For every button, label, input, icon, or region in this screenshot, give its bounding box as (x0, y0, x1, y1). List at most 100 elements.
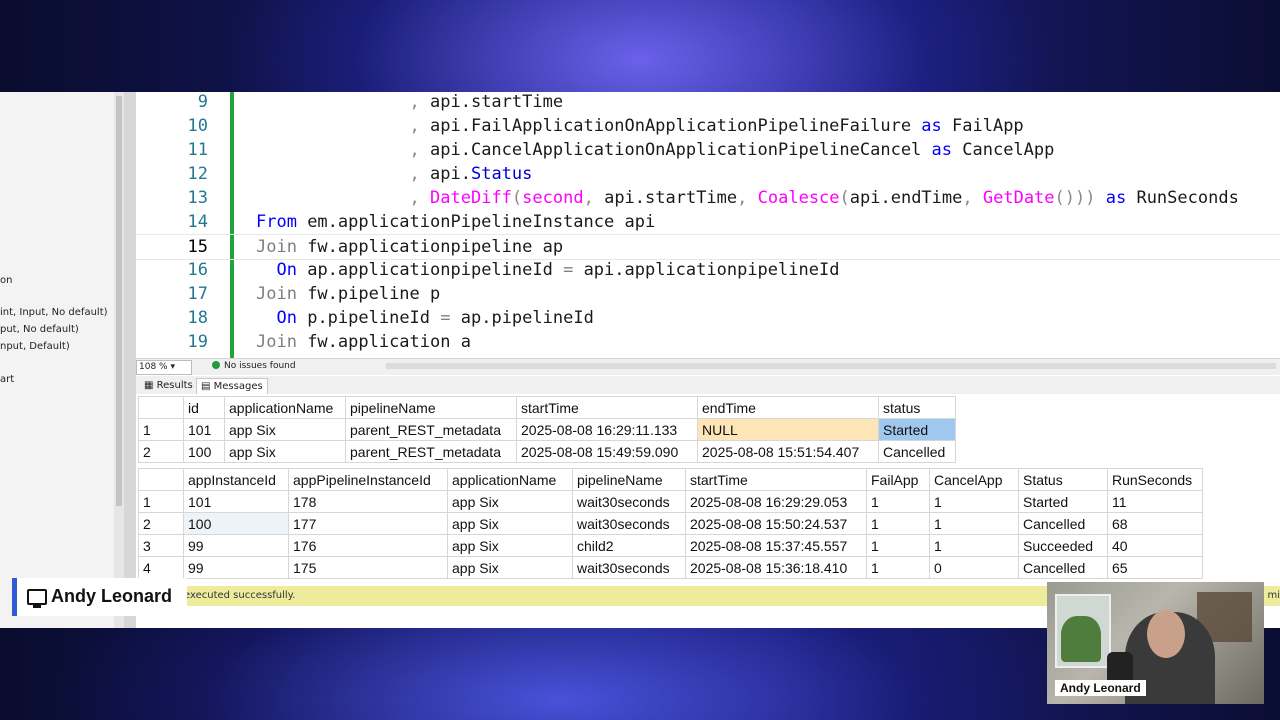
table-cell[interactable]: Succeeded (1018, 534, 1108, 557)
column-header[interactable] (138, 468, 184, 491)
code-line[interactable]: 9 , api.startTime (136, 92, 1280, 114)
table-cell[interactable]: NULL (697, 418, 879, 441)
table-cell[interactable]: 65 (1107, 556, 1203, 579)
table-cell[interactable]: 2025-08-08 15:36:18.410 (685, 556, 867, 579)
table-cell[interactable]: 1 (929, 534, 1019, 557)
column-header[interactable]: applicationName (224, 396, 346, 419)
table-cell[interactable]: 40 (1107, 534, 1203, 557)
table-cell[interactable]: 1 (866, 534, 930, 557)
code-line[interactable]: 12 , api.Status (136, 162, 1280, 186)
table-cell[interactable]: Cancelled (1018, 512, 1108, 535)
code-text[interactable]: Join fw.pipeline p (256, 282, 440, 306)
row-number[interactable]: 4 (138, 556, 184, 579)
table-cell[interactable]: app Six (447, 534, 573, 557)
table-cell[interactable]: wait30seconds (572, 490, 686, 513)
scrollbar-thumb[interactable] (116, 96, 122, 506)
table-cell[interactable]: 2025-08-08 16:29:29.053 (685, 490, 867, 513)
table-cell[interactable]: Cancelled (1018, 556, 1108, 579)
code-line[interactable]: 19 Join fw.application a (136, 330, 1280, 354)
table-cell[interactable]: 1 (866, 556, 930, 579)
table-cell[interactable]: app Six (447, 556, 573, 579)
column-header[interactable]: status (878, 396, 956, 419)
table-cell[interactable]: 101 (183, 418, 225, 441)
table-cell[interactable]: 100 (183, 512, 289, 535)
table-cell[interactable]: 68 (1107, 512, 1203, 535)
column-header[interactable] (138, 396, 184, 419)
table-cell[interactable]: Started (878, 418, 956, 441)
column-header[interactable]: CancelApp (929, 468, 1019, 491)
row-number[interactable]: 2 (138, 440, 184, 463)
table-cell[interactable]: 2025-08-08 15:37:45.557 (685, 534, 867, 557)
table-cell[interactable]: app Six (447, 512, 573, 535)
issues-indicator[interactable]: No issues found (212, 361, 296, 371)
table-cell[interactable]: 11 (1107, 490, 1203, 513)
code-line[interactable]: 16 On ap.applicationpipelineId = api.app… (136, 258, 1280, 282)
column-header[interactable]: applicationName (447, 468, 573, 491)
tab-results[interactable]: ▦ Results (140, 378, 197, 393)
editor-horizontal-scrollbar[interactable] (386, 363, 1276, 369)
table-cell[interactable]: parent_REST_metadata (345, 440, 517, 463)
table-row[interactable]: 2 100 app Six parent_REST_metadata 2025-08-0… (138, 440, 956, 463)
code-line[interactable]: 13 , DateDiff(second, api.startTime, Coa… (136, 186, 1280, 210)
code-text[interactable]: , api.CancelApplicationOnApplicationPipe… (256, 138, 1055, 162)
table-row[interactable]: 3 99 176 app Six child2 2025-08-08 15:37:45.5… (138, 534, 1203, 557)
code-text[interactable]: , api.FailApplicationOnApplicationPipeli… (256, 114, 1024, 138)
tree-fragment[interactable]: on (0, 275, 12, 286)
column-header[interactable]: FailApp (866, 468, 930, 491)
table-cell[interactable]: 1 (929, 512, 1019, 535)
table-cell[interactable]: 2025-08-08 15:49:59.090 (516, 440, 698, 463)
code-text[interactable]: From em.applicationPipelineInstance api (256, 210, 655, 234)
code-line[interactable]: 15 Join fw.applicationpipeline ap (136, 234, 1280, 260)
table-cell[interactable]: 176 (288, 534, 448, 557)
pane-splitter[interactable] (124, 92, 136, 628)
code-line[interactable]: 18 On p.pipelineId = ap.pipelineId (136, 306, 1280, 330)
tab-messages[interactable]: ▤ Messages (196, 378, 268, 394)
table-row[interactable]: 4 99 175 app Six wait30seconds 2025-08-08 15:… (138, 556, 1203, 579)
code-text[interactable]: , api.Status (256, 162, 533, 186)
row-number[interactable]: 3 (138, 534, 184, 557)
table-row[interactable]: 1 101 app Six parent_REST_metadata 2025-08-0… (138, 418, 956, 441)
tree-fragment[interactable]: nput, Default) (0, 341, 70, 352)
column-header[interactable]: pipelineName (572, 468, 686, 491)
table-cell[interactable]: Cancelled (878, 440, 956, 463)
column-header[interactable]: startTime (685, 468, 867, 491)
column-header[interactable]: startTime (516, 396, 698, 419)
table-cell[interactable]: wait30seconds (572, 556, 686, 579)
zoom-dropdown[interactable]: 108 % ▾ (136, 360, 192, 375)
table-cell[interactable]: 2025-08-08 16:29:11.133 (516, 418, 698, 441)
column-header[interactable]: pipelineName (345, 396, 517, 419)
column-header[interactable]: appPipelineInstanceId (288, 468, 448, 491)
row-number[interactable]: 1 (138, 490, 184, 513)
table-cell[interactable]: 100 (183, 440, 225, 463)
code-text[interactable]: Join fw.application a (256, 330, 471, 354)
table-cell[interactable]: 2025-08-08 15:51:54.407 (697, 440, 879, 463)
table-cell[interactable]: 0 (929, 556, 1019, 579)
column-header[interactable]: appInstanceId (183, 468, 289, 491)
table-cell[interactable]: child2 (572, 534, 686, 557)
table-cell[interactable]: app Six (447, 490, 573, 513)
table-cell[interactable]: 177 (288, 512, 448, 535)
table-cell[interactable]: 2025-08-08 15:50:24.537 (685, 512, 867, 535)
table-cell[interactable]: 175 (288, 556, 448, 579)
row-number[interactable]: 1 (138, 418, 184, 441)
code-line[interactable]: 10 , api.FailApplicationOnApplicationPip… (136, 114, 1280, 138)
table-row[interactable]: 2 100 177 app Six wait30seconds 2025-08-08 15… (138, 512, 1203, 535)
column-header[interactable]: id (183, 396, 225, 419)
table-cell[interactable]: 99 (183, 534, 289, 557)
code-text[interactable]: On p.pipelineId = ap.pipelineId (256, 306, 593, 330)
table-cell[interactable]: 99 (183, 556, 289, 579)
code-line[interactable]: 17 Join fw.pipeline p (136, 282, 1280, 306)
table-cell[interactable]: 1 (929, 490, 1019, 513)
table-cell[interactable]: Started (1018, 490, 1108, 513)
table-cell[interactable]: 101 (183, 490, 289, 513)
code-line[interactable]: 11 , api.CancelApplicationOnApplicationP… (136, 138, 1280, 162)
table-cell[interactable]: app Six (224, 418, 346, 441)
table-cell[interactable]: 1 (866, 490, 930, 513)
column-header[interactable]: Status (1018, 468, 1108, 491)
code-line[interactable]: 14 From em.applicationPipelineInstance ap… (136, 210, 1280, 234)
query-editor[interactable]: 9 , api.startTime 10 , api.FailApplicatio… (136, 92, 1280, 362)
left-pane-scrollbar[interactable] (114, 92, 124, 628)
table-cell[interactable]: wait30seconds (572, 512, 686, 535)
table-cell[interactable]: app Six (224, 440, 346, 463)
code-text[interactable]: , api.startTime (256, 92, 564, 114)
